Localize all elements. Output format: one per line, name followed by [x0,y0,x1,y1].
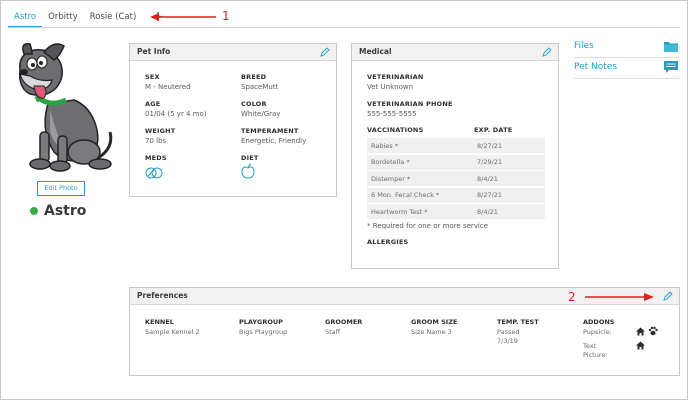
weight-value: 70 lbs [145,137,167,145]
exp-date-label: EXP. DATE [474,126,513,134]
pet-name-row: Astro [30,203,86,219]
pet-info-card: Pet Info SEX M - Neutered BREED SpaceMut… [129,43,337,197]
temperament-label: TEMPERAMENT [241,127,299,135]
status-dot [30,207,38,215]
vaccine-date: 7/29/21 [477,158,503,166]
groom-size-label: GROOM SIZE [411,318,458,326]
groomer-label: GROOMER [325,318,363,326]
groom-size-value: Size Name 3 [411,328,452,336]
annotation-arrow-1 [150,13,216,21]
vaccinations-table: Rabies * 8/27/21 Bordetella * 7/29/21 Dist… [367,138,545,221]
tab-rosie[interactable]: Rosie (Cat) [84,6,143,28]
breed-value: SpaceMutt [241,83,279,91]
allergies-label: ALLERGIES [367,238,409,246]
tab-astro[interactable]: Astro [8,6,43,28]
temp-test-label: TEMP. TEST [497,318,539,326]
preferences-title: Preferences [137,291,188,300]
age-label: AGE [145,100,161,108]
edit-photo-button[interactable]: Edit Photo [37,181,85,196]
edit-pencil-icon[interactable] [542,47,552,57]
home-icon [636,327,645,336]
pet-name: Astro [44,203,87,219]
tab-orbitty[interactable]: Orbitty [42,6,84,28]
table-row: Bordetella * 7/29/21 [367,154,545,170]
annotation-number-1: 1 [222,9,230,23]
pills-icon[interactable] [145,164,163,180]
files-link[interactable]: Files [574,41,594,51]
pet-photo [18,42,113,172]
weight-label: WEIGHT [145,127,176,135]
age-value: 01/04 (5 yr 4 mo) [145,110,207,118]
pet-info-title: Pet Info [137,47,171,56]
medical-card: Medical VETERINARIAN Vet Unknown VETERIN… [351,43,559,269]
required-note: * Required for one or more service [367,222,489,230]
vaccine-name: Rabies * [371,141,398,150]
pupsicle-label: Pupsicle: [583,328,612,336]
vaccine-date: 8/27/21 [477,191,503,199]
temp-test-status: Passed [497,328,520,336]
sex-label: SEX [145,73,160,81]
color-value: White/Gray [241,110,281,118]
medical-title: Medical [359,47,392,56]
vaccine-name: Heartworm Test * [371,207,428,216]
temperament-value: Energetic, Friendly [241,137,307,145]
table-row: Distemper * 8/4/21 [367,171,545,186]
folder-icon[interactable] [664,41,678,52]
apple-icon[interactable] [241,163,255,180]
temp-test-date: 7/3/19 [497,337,518,345]
kennel-value: Sample Kennel 2 [145,328,200,336]
annotation-arrow-2 [585,293,654,301]
table-row: Rabies * 8/27/21 [367,138,545,153]
vaccine-date: 8/4/21 [477,207,498,216]
pet-info-header: Pet Info [130,44,336,61]
vaccine-name: Distemper * [371,174,411,183]
vaccine-date: 8/4/21 [477,174,498,183]
color-label: COLOR [241,100,267,108]
home-icon [636,341,645,350]
pet-notes-link[interactable]: Pet Notes [574,62,617,72]
vet-phone-value: 555-555-5555 [367,110,417,118]
side-divider [574,78,680,79]
text-picture-label: Text Picture: [583,342,608,359]
vaccinations-label: VACCINATIONS [367,126,424,134]
pet-tabs: Astro Orbitty Rosie (Cat) + [8,6,164,28]
side-divider [574,57,680,58]
table-row: 6 Mon. Fecal Check * 8/27/21 [367,187,545,203]
edit-pencil-icon[interactable] [663,291,673,301]
playgroup-value: Bigs Playgroup [239,328,288,336]
kennel-label: KENNEL [145,318,174,326]
vaccine-name: Bordetella * [371,158,410,166]
vet-phone-label: VETERINARIAN PHONE [367,100,453,108]
diet-label: DIET [241,154,259,162]
vet-label: VETERINARIAN [367,73,424,81]
edit-pencil-icon[interactable] [320,47,330,57]
meds-label: MEDS [145,154,167,162]
notes-icon[interactable] [664,61,678,74]
annotation-number-2: 2 [568,290,576,304]
table-row: Heartworm Test * 8/4/21 [367,204,545,219]
addons-label: ADDONS [583,318,615,326]
breed-label: BREED [241,73,267,81]
groomer-value: Staff [325,328,341,336]
vaccine-name: 6 Mon. Fecal Check * [371,191,440,199]
vet-value: Vet Unknown [367,83,414,91]
medical-header: Medical [352,44,558,61]
tabs-divider [8,27,680,28]
vaccine-date: 8/27/21 [477,141,503,150]
paw-icon [648,326,658,336]
playgroup-label: PLAYGROUP [239,318,283,326]
sex-value: M - Neutered [145,83,191,91]
